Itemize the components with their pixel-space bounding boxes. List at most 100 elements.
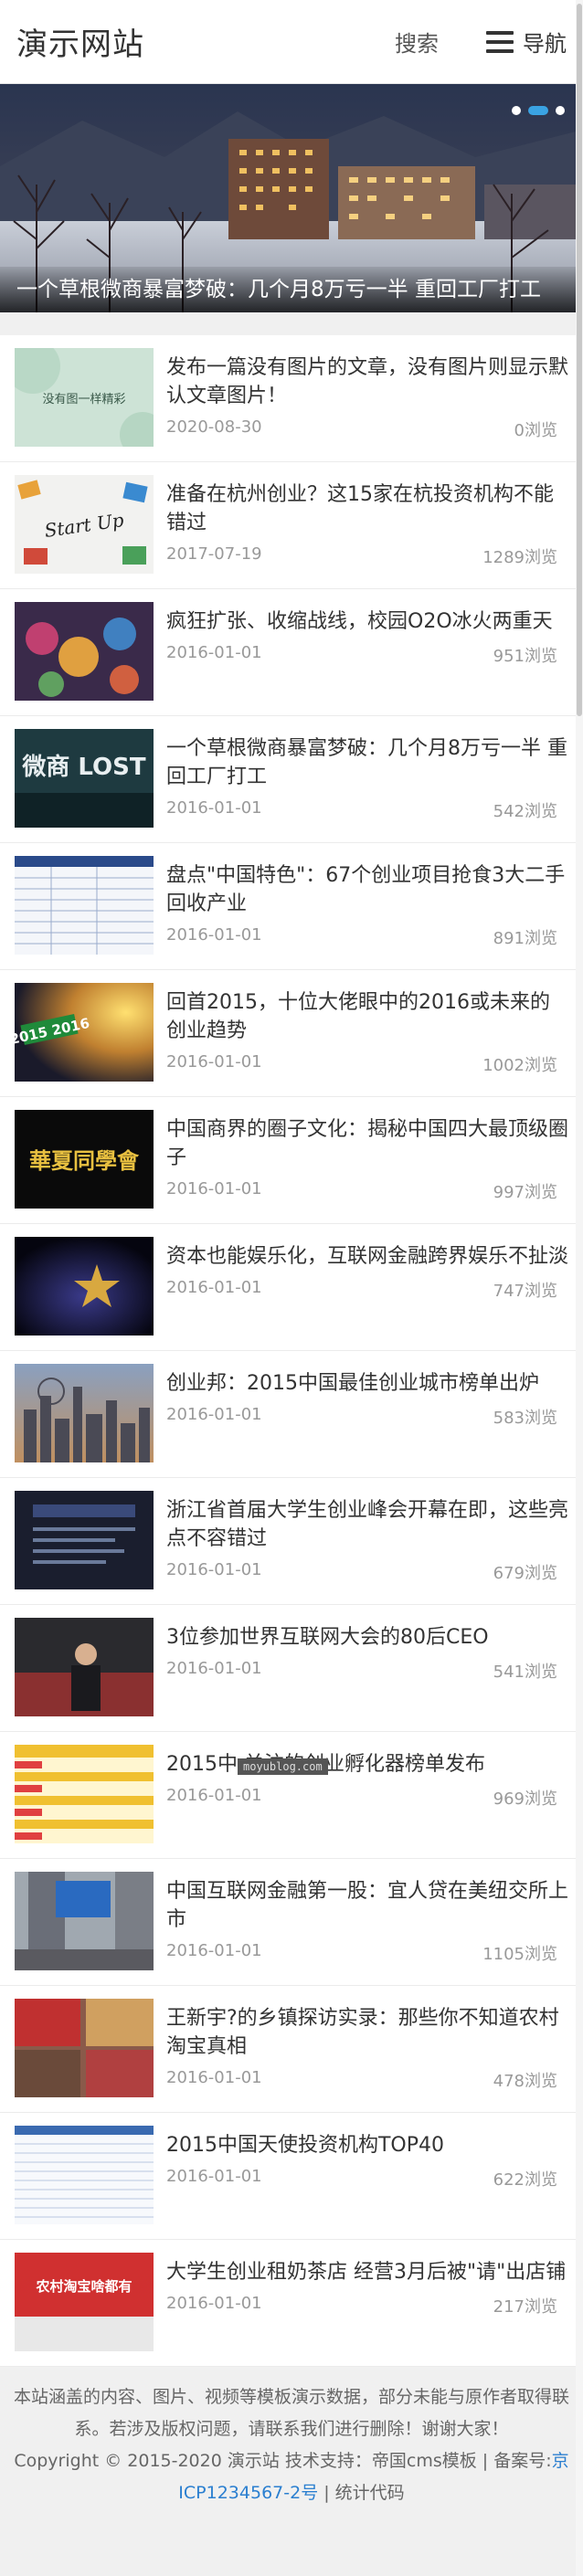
article-date: 2020-08-30 [166,417,262,437]
article-views: 478浏览 [493,2072,557,2091]
site-logo[interactable]: 演示网站 [16,19,395,64]
article-thumbnail: 華夏同學會 [15,1110,154,1209]
article-views: 1289浏览 [482,548,557,567]
article-views: 541浏览 [493,1663,557,1682]
article-thumbnail [15,1618,154,1716]
article-thumbnail: 农村淘宝啥都有 [15,2253,154,2351]
watermark: moyublog.com [238,1758,328,1775]
article-item[interactable]: 盘点"中国特色"：67个创业项目抢食3大二手回收产业 2016-01-01 891… [0,843,583,970]
article-title[interactable]: 大学生创业租奶茶店 经营3月后被"请"出店铺 [166,2258,568,2286]
article-views: 969浏览 [493,1789,557,1809]
article-date: 2017-07-19 [166,544,262,564]
article-views: 679浏览 [493,1564,557,1583]
footer-copyright: Copyright © 2015-2020 演示站 技术支持：帝国cms模板 |… [9,2445,574,2509]
article-views: 997浏览 [493,1183,557,1202]
article-item[interactable]: 3位参加世界互联网大会的80后CEO 2016-01-01 541浏览 [0,1605,583,1732]
article-date: 2016-01-01 [166,1278,262,1297]
footer-disclaimer: 本站涵盖的内容、图片、视频等模板演示数据，部分未能与原作者取得联系。若涉及版权问… [13,2387,569,2439]
article-title[interactable]: 中国商界的圈子文化：揭秘中国四大最顶级圈子 [166,1115,568,1172]
article-views: 747浏览 [493,1282,557,1301]
article-thumbnail: Start Up [15,475,154,574]
article-title[interactable]: 2015中国天使投资机构TOP40 [166,2131,568,2159]
site-header: 演示网站 搜索 导航 [0,0,583,84]
article-item[interactable]: 创业邦：2015中国最佳创业城市榜单出炉 2016-01-01 583浏览 [0,1351,583,1478]
article-thumbnail [15,1364,154,1462]
article-thumbnail: 2015 2016 [15,983,154,1082]
article-item[interactable]: 农村淘宝啥都有 大学生创业租奶茶店 经营3月后被"请"出店铺 2016-01-0… [0,2240,583,2367]
article-views: 951浏览 [493,647,557,666]
slider-dot-active[interactable] [528,106,548,115]
article-title[interactable]: 3位参加世界互联网大会的80后CEO [166,1623,568,1652]
article-thumbnail: 没有图一样精彩 [15,348,154,447]
article-title[interactable]: 资本也能娱乐化，互联网金融跨界娱乐不扯淡 [166,1242,568,1271]
article-date: 2016-01-01 [166,925,262,945]
nav-label: 导航 [523,31,567,57]
article-thumbnail [15,1872,154,1970]
article-date: 2016-01-01 [166,1560,262,1579]
article-date: 2016-01-01 [166,1786,262,1805]
article-item[interactable]: 華夏同學會 中国商界的圈子文化：揭秘中国四大最顶级圈子 2016-01-01 99… [0,1097,583,1224]
thumb-text: 没有图一样精彩 [42,393,125,406]
article-title[interactable]: 王新宇?的乡镇探访实录：那些你不知道农村淘宝真相 [166,2004,568,2061]
thumb-text: 華夏同學會 [29,1147,140,1174]
article-views: 583浏览 [493,1409,557,1428]
article-title[interactable]: 回首2015，十位大佬眼中的2016或未来的创业趋势 [166,988,568,1045]
article-views: 1002浏览 [482,1056,557,1075]
article-item[interactable]: 2015中 关注的创业孵化器榜单发布 2016-01-01 969浏览 [0,1732,583,1859]
article-date: 2016-01-01 [166,1659,262,1678]
article-title[interactable]: 2015中 关注的创业孵化器榜单发布 [166,1750,568,1779]
article-item[interactable]: 2015中国天使投资机构TOP40 2016-01-01 622浏览 [0,2113,583,2240]
thumb-text: 微商 LOST [21,753,146,781]
article-item[interactable]: Start Up 准备在杭州创业？这15家在杭投资机构不能错过 2017-07-… [0,462,583,589]
banner-caption[interactable]: 一个草根微商暴富梦破：几个月8万亏一半 重回工厂打工 [0,267,583,312]
article-item[interactable]: 2015 2016 回首2015，十位大佬眼中的2016或未来的创业趋势 201… [0,970,583,1097]
search-link[interactable]: 搜索 [395,26,439,58]
article-date: 2016-01-01 [166,1179,262,1198]
article-views: 0浏览 [514,421,557,440]
article-item[interactable]: 没有图一样精彩 发布一篇没有图片的文章，没有图片则显示默认文章图片！ 2020-… [0,335,583,462]
hamburger-icon [486,30,514,53]
article-thumbnail [15,2126,154,2224]
article-date: 2016-01-01 [166,2068,262,2087]
article-views: 891浏览 [493,929,557,948]
article-title[interactable]: 中国互联网金融第一股：宜人贷在美纽交所上市 [166,1877,568,1934]
article-thumbnail [15,602,154,701]
site-footer: 本站涵盖的内容、图片、视频等模板演示数据，部分未能与原作者取得联系。若涉及版权问… [0,2367,583,2509]
article-title[interactable]: 准备在杭州创业？这15家在杭投资机构不能错过 [166,480,568,537]
article-title[interactable]: 一个草根微商暴富梦破：几个月8万亏一半 重回工厂打工 [166,734,568,791]
nav-menu-button[interactable]: 导航 [486,26,567,58]
article-date: 2016-01-01 [166,798,262,818]
article-views: 217浏览 [493,2297,557,2317]
article-thumbnail [15,856,154,955]
article-title[interactable]: 盘点"中国特色"：67个创业项目抢食3大二手回收产业 [166,861,568,918]
slider-dot[interactable] [556,106,565,115]
article-item[interactable]: 浙江省首届大学生创业峰会开幕在即，这些亮点不容错过 2016-01-01 679浏… [0,1478,583,1605]
article-date: 2016-01-01 [166,1052,262,1072]
article-item[interactable]: 微商 LOST 一个草根微商暴富梦破：几个月8万亏一半 重回工厂打工 2016-… [0,716,583,843]
scrollbar-thumb[interactable] [577,4,582,716]
scrollbar[interactable] [576,0,583,2576]
article-thumbnail [15,1999,154,2097]
article-list: 没有图一样精彩 发布一篇没有图片的文章，没有图片则显示默认文章图片！ 2020-… [0,335,583,2367]
article-title[interactable]: 浙江省首届大学生创业峰会开幕在即，这些亮点不容错过 [166,1496,568,1553]
article-thumbnail [15,1745,154,1843]
article-title[interactable]: 创业邦：2015中国最佳创业城市榜单出炉 [166,1369,568,1398]
article-date: 2016-01-01 [166,2167,262,2186]
article-date: 2016-01-01 [166,643,262,662]
article-title[interactable]: 发布一篇没有图片的文章，没有图片则显示默认文章图片！ [166,354,568,410]
thumb-text: 农村淘宝啥都有 [35,2278,132,2295]
footer-stats-text: | 统计代码 [318,2483,405,2503]
article-item[interactable]: 资本也能娱乐化，互联网金融跨界娱乐不扯淡 2016-01-01 747浏览 [0,1224,583,1351]
slider-dots [512,106,565,115]
article-views: 542浏览 [493,802,557,821]
article-item[interactable]: 疯狂扩张、收缩战线，校园O2O冰火两重天 2016-01-01 951浏览 [0,589,583,716]
article-thumbnail [15,1237,154,1336]
article-title[interactable]: 疯狂扩张、收缩战线，校园O2O冰火两重天 [166,607,568,636]
article-item[interactable]: 王新宇?的乡镇探访实录：那些你不知道农村淘宝真相 2016-01-01 478浏览 [0,1986,583,2113]
article-date: 2016-01-01 [166,1941,262,1960]
article-item[interactable]: 中国互联网金融第一股：宜人贷在美纽交所上市 2016-01-01 1105浏览 [0,1859,583,1986]
banner-slider[interactable]: 一个草根微商暴富梦破：几个月8万亏一半 重回工厂打工 [0,84,583,312]
footer-copyright-text: Copyright © 2015-2020 演示站 技术支持：帝国cms模板 |… [14,2451,552,2471]
article-views: 1105浏览 [482,1945,557,1964]
slider-dot[interactable] [512,106,521,115]
